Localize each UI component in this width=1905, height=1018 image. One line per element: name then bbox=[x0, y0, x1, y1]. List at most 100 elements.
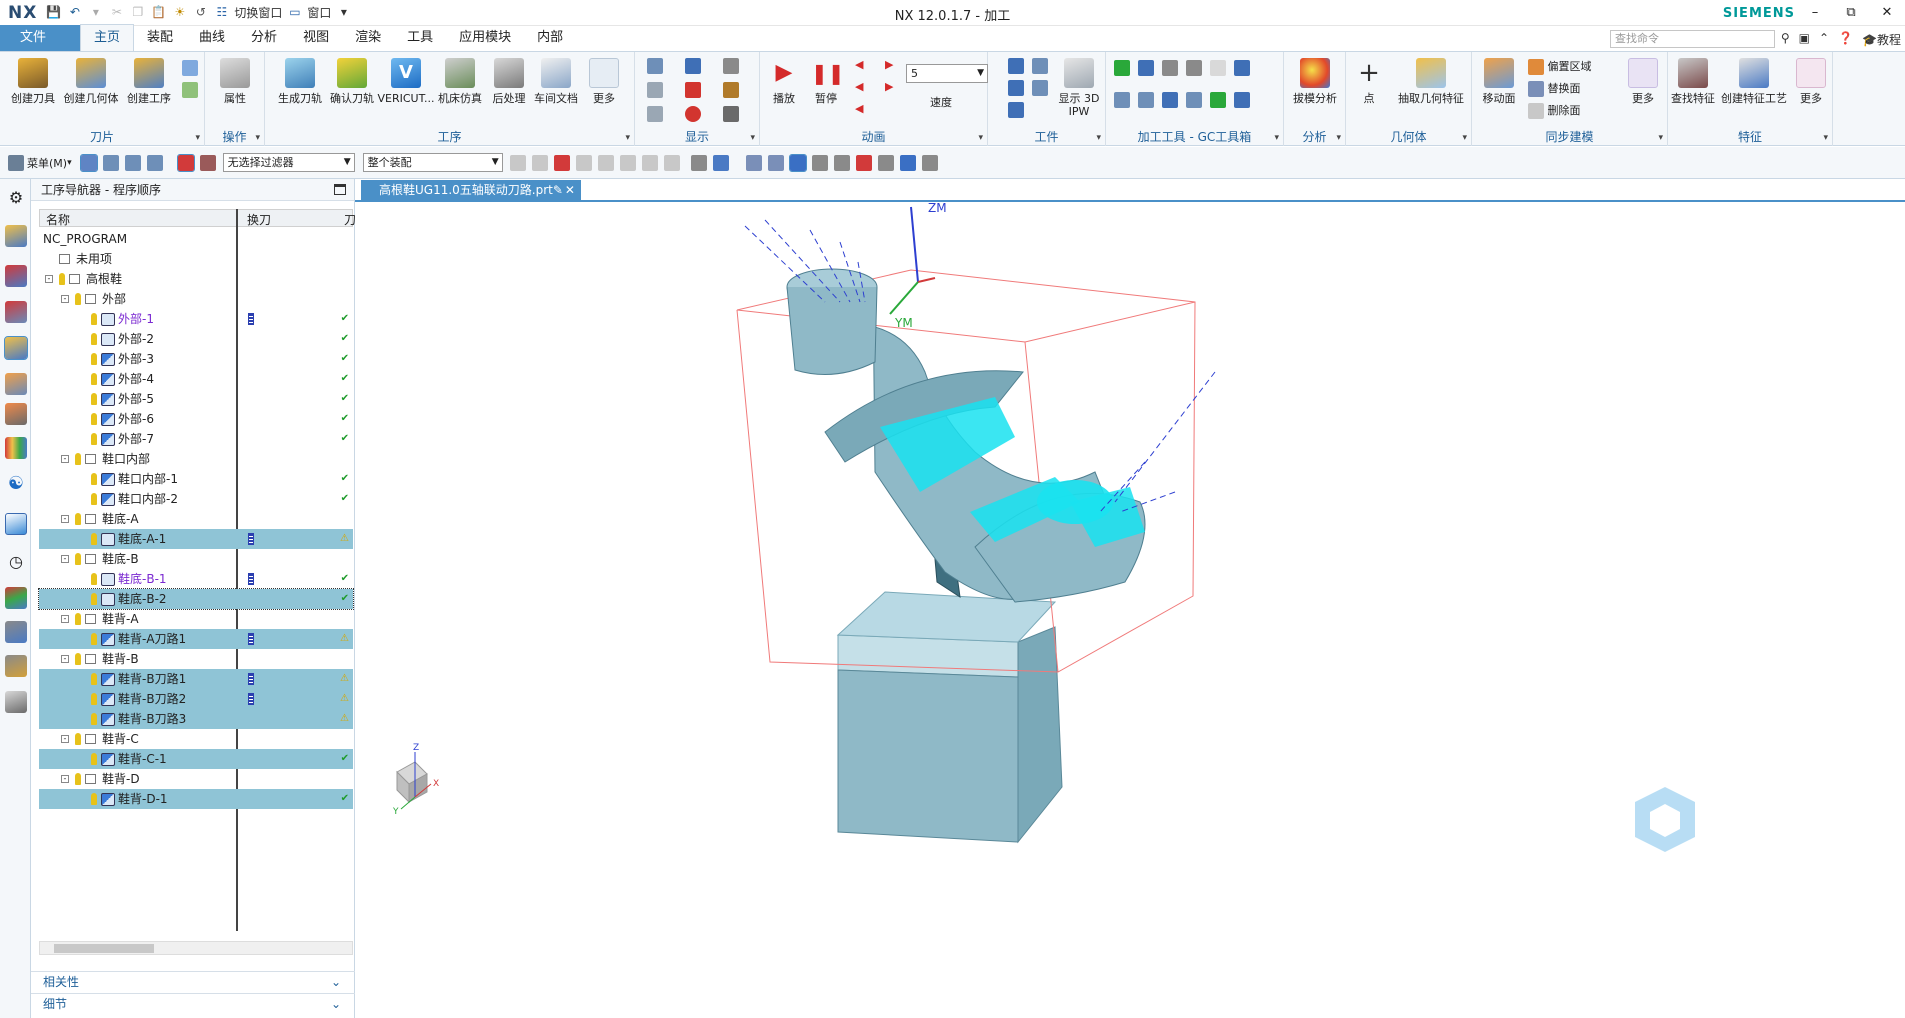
workpiece-ipw-icon[interactable] bbox=[1032, 58, 1048, 74]
collapse-toggle-icon[interactable]: - bbox=[61, 555, 69, 563]
find-feature-button[interactable]: 查找特征 bbox=[1668, 58, 1718, 105]
tree-row[interactable]: 鞋背-C-1 ✔ bbox=[39, 749, 353, 769]
extract-geometry-button[interactable]: 抽取几何特征 bbox=[1392, 58, 1470, 105]
gc-tool-icon-1[interactable] bbox=[1138, 60, 1154, 76]
tab-view[interactable]: 视图 bbox=[290, 25, 342, 51]
paste-icon[interactable]: 📋 bbox=[150, 4, 167, 21]
tab-analysis[interactable]: 分析 bbox=[238, 25, 290, 51]
render-style-icon[interactable] bbox=[877, 154, 894, 171]
collapse-toggle-icon[interactable]: - bbox=[61, 295, 69, 303]
rotate-view-icon[interactable] bbox=[788, 153, 807, 172]
rewind-icon[interactable]: ◀ bbox=[855, 80, 871, 96]
copy-icon[interactable]: ❐ bbox=[129, 4, 146, 21]
hammer-icon[interactable] bbox=[723, 82, 739, 98]
cut-icon[interactable]: ✂ bbox=[108, 4, 125, 21]
window-layout-icon[interactable]: ▣ bbox=[1799, 31, 1810, 48]
gc-tool-icon-5[interactable] bbox=[1234, 60, 1250, 76]
tree-row[interactable]: 鞋底-B-2 ✔ bbox=[38, 588, 354, 610]
chevron-down-icon[interactable]: ▾ bbox=[195, 133, 200, 143]
history-icon[interactable] bbox=[5, 513, 27, 535]
tree-row[interactable]: 外部-1 ✔ bbox=[39, 309, 353, 329]
cutter-display-icon[interactable] bbox=[723, 58, 739, 74]
chevron-down-icon[interactable]: ▾ bbox=[255, 133, 260, 143]
chevron-down-icon[interactable]: ▾ bbox=[978, 133, 983, 143]
snap-intersection-icon[interactable] bbox=[575, 154, 592, 171]
tree-row[interactable]: 鞋背-B刀路3 ⚠ bbox=[39, 709, 353, 729]
program-order-view-icon[interactable] bbox=[79, 153, 98, 172]
close-icon[interactable]: ✕ bbox=[565, 180, 575, 200]
workpiece-check-icon[interactable] bbox=[1008, 102, 1024, 118]
tab-home[interactable]: 主页 bbox=[80, 24, 135, 51]
collapse-toggle-icon[interactable]: - bbox=[61, 515, 69, 523]
redo-icon[interactable]: ▾ bbox=[87, 4, 104, 21]
roles-icon[interactable] bbox=[5, 691, 27, 713]
edit-object-display-icon[interactable] bbox=[899, 154, 916, 171]
tree-row[interactable]: 外部-7 ✔ bbox=[39, 429, 353, 449]
undo-icon[interactable]: ↶ bbox=[66, 4, 83, 21]
replace-face-button[interactable]: 替换面 bbox=[1528, 80, 1581, 97]
cube-view-icon[interactable] bbox=[712, 154, 729, 171]
vericut-button[interactable]: V VERICUT... bbox=[377, 58, 435, 105]
chevron-down-icon[interactable]: ▾ bbox=[1462, 133, 1467, 143]
orient-view-icon[interactable] bbox=[855, 154, 872, 171]
tab-curve[interactable]: 曲线 bbox=[186, 25, 238, 51]
tree-row[interactable]: - 鞋口内部 bbox=[39, 449, 353, 469]
collapse-toggle-icon[interactable]: - bbox=[61, 775, 69, 783]
help-icon[interactable]: ❓ bbox=[1838, 31, 1853, 48]
gc-tool-icon-2[interactable] bbox=[1162, 60, 1178, 76]
create-operation-button[interactable]: 创建工序 bbox=[120, 58, 178, 105]
step-forward-icon[interactable]: ▶ bbox=[885, 58, 901, 74]
tree-row[interactable]: 鞋背-B刀路1 ⚠ bbox=[39, 669, 353, 689]
tree-row[interactable]: 鞋背-A刀路1 ⚠ bbox=[39, 629, 353, 649]
chevron-down-icon[interactable]: ▾ bbox=[1096, 133, 1101, 143]
snap-quadrant-icon[interactable] bbox=[619, 154, 636, 171]
horizontal-scrollbar[interactable] bbox=[39, 941, 353, 955]
snap-control-icon[interactable] bbox=[553, 154, 570, 171]
minimize-button[interactable]: – bbox=[1797, 0, 1833, 26]
pause-button[interactable]: ❚❚ 暂停 bbox=[802, 58, 850, 105]
collapse-toggle-icon[interactable]: - bbox=[61, 655, 69, 663]
show-hide-icon[interactable] bbox=[921, 154, 938, 171]
minimize-ribbon-icon[interactable]: ⌃ bbox=[1819, 31, 1829, 48]
tab-applications[interactable]: 应用模块 bbox=[446, 25, 524, 51]
selection-scope-select[interactable]: 整个装配 ▼ bbox=[362, 153, 503, 172]
snap-existing-icon[interactable] bbox=[641, 154, 658, 171]
switch-window-button[interactable]: 切换窗口 bbox=[234, 4, 282, 21]
type-filter-select[interactable]: 无选择过滤器 ▼ bbox=[222, 153, 355, 172]
tree-row[interactable]: 鞋背-B刀路2 ⚠ bbox=[39, 689, 353, 709]
graphics-window[interactable]: 高根鞋UG11.0五轴联动刀路.prt ✎ ✕ ZM YM Z X Y bbox=[355, 179, 1905, 1018]
create-method-icon[interactable] bbox=[182, 60, 198, 76]
column-name[interactable]: 名称 bbox=[46, 211, 70, 228]
workpiece-compare-icon[interactable] bbox=[1032, 80, 1048, 96]
draft-analysis-button[interactable]: 拔模分析 bbox=[1286, 58, 1344, 105]
snap-midpoint-icon[interactable] bbox=[531, 154, 548, 171]
generate-toolpath-button[interactable]: 生成刀轨 bbox=[271, 58, 329, 105]
tree-row[interactable]: 鞋底-B-1 ✔ bbox=[39, 569, 353, 589]
gc-tool-icon-10[interactable] bbox=[1210, 92, 1226, 108]
machining-feature-navigator-icon[interactable] bbox=[5, 403, 27, 425]
tab-render[interactable]: 渲染 bbox=[342, 25, 394, 51]
gc-check-icon[interactable] bbox=[1114, 60, 1130, 76]
shop-documentation-button[interactable]: 车间文档 bbox=[527, 58, 585, 105]
point-display-icon[interactable] bbox=[685, 106, 701, 122]
constraint-navigator-icon[interactable] bbox=[5, 301, 27, 323]
play-button[interactable]: ▶ 播放 bbox=[760, 58, 808, 105]
view-triad[interactable]: Z X Y bbox=[392, 743, 439, 817]
collapse-toggle-icon[interactable]: - bbox=[61, 615, 69, 623]
snap-point-icon-2[interactable] bbox=[199, 154, 216, 171]
pan-view-icon[interactable] bbox=[811, 154, 828, 171]
line-display-icon[interactable] bbox=[723, 106, 739, 122]
robot-icon[interactable] bbox=[5, 655, 27, 677]
shaded-view-icon[interactable] bbox=[690, 154, 707, 171]
step-back-icon[interactable]: ◀ bbox=[855, 58, 871, 74]
chevron-down-icon[interactable]: ▾ bbox=[1658, 133, 1663, 143]
chevron-down-icon[interactable]: ▾ bbox=[335, 4, 352, 21]
save-icon[interactable]: 💾 bbox=[45, 4, 62, 21]
scroll-thumb[interactable] bbox=[54, 944, 154, 953]
column-tool-change[interactable]: 换刀 bbox=[247, 211, 271, 228]
tab-assembly[interactable]: 装配 bbox=[134, 25, 186, 51]
tree-row[interactable]: 鞋口内部-2 ✔ bbox=[39, 489, 353, 509]
clock-icon[interactable]: ◷ bbox=[5, 551, 27, 573]
to-start-icon[interactable]: ◀ bbox=[855, 102, 871, 118]
chevron-down-icon[interactable]: ▾ bbox=[750, 133, 755, 143]
